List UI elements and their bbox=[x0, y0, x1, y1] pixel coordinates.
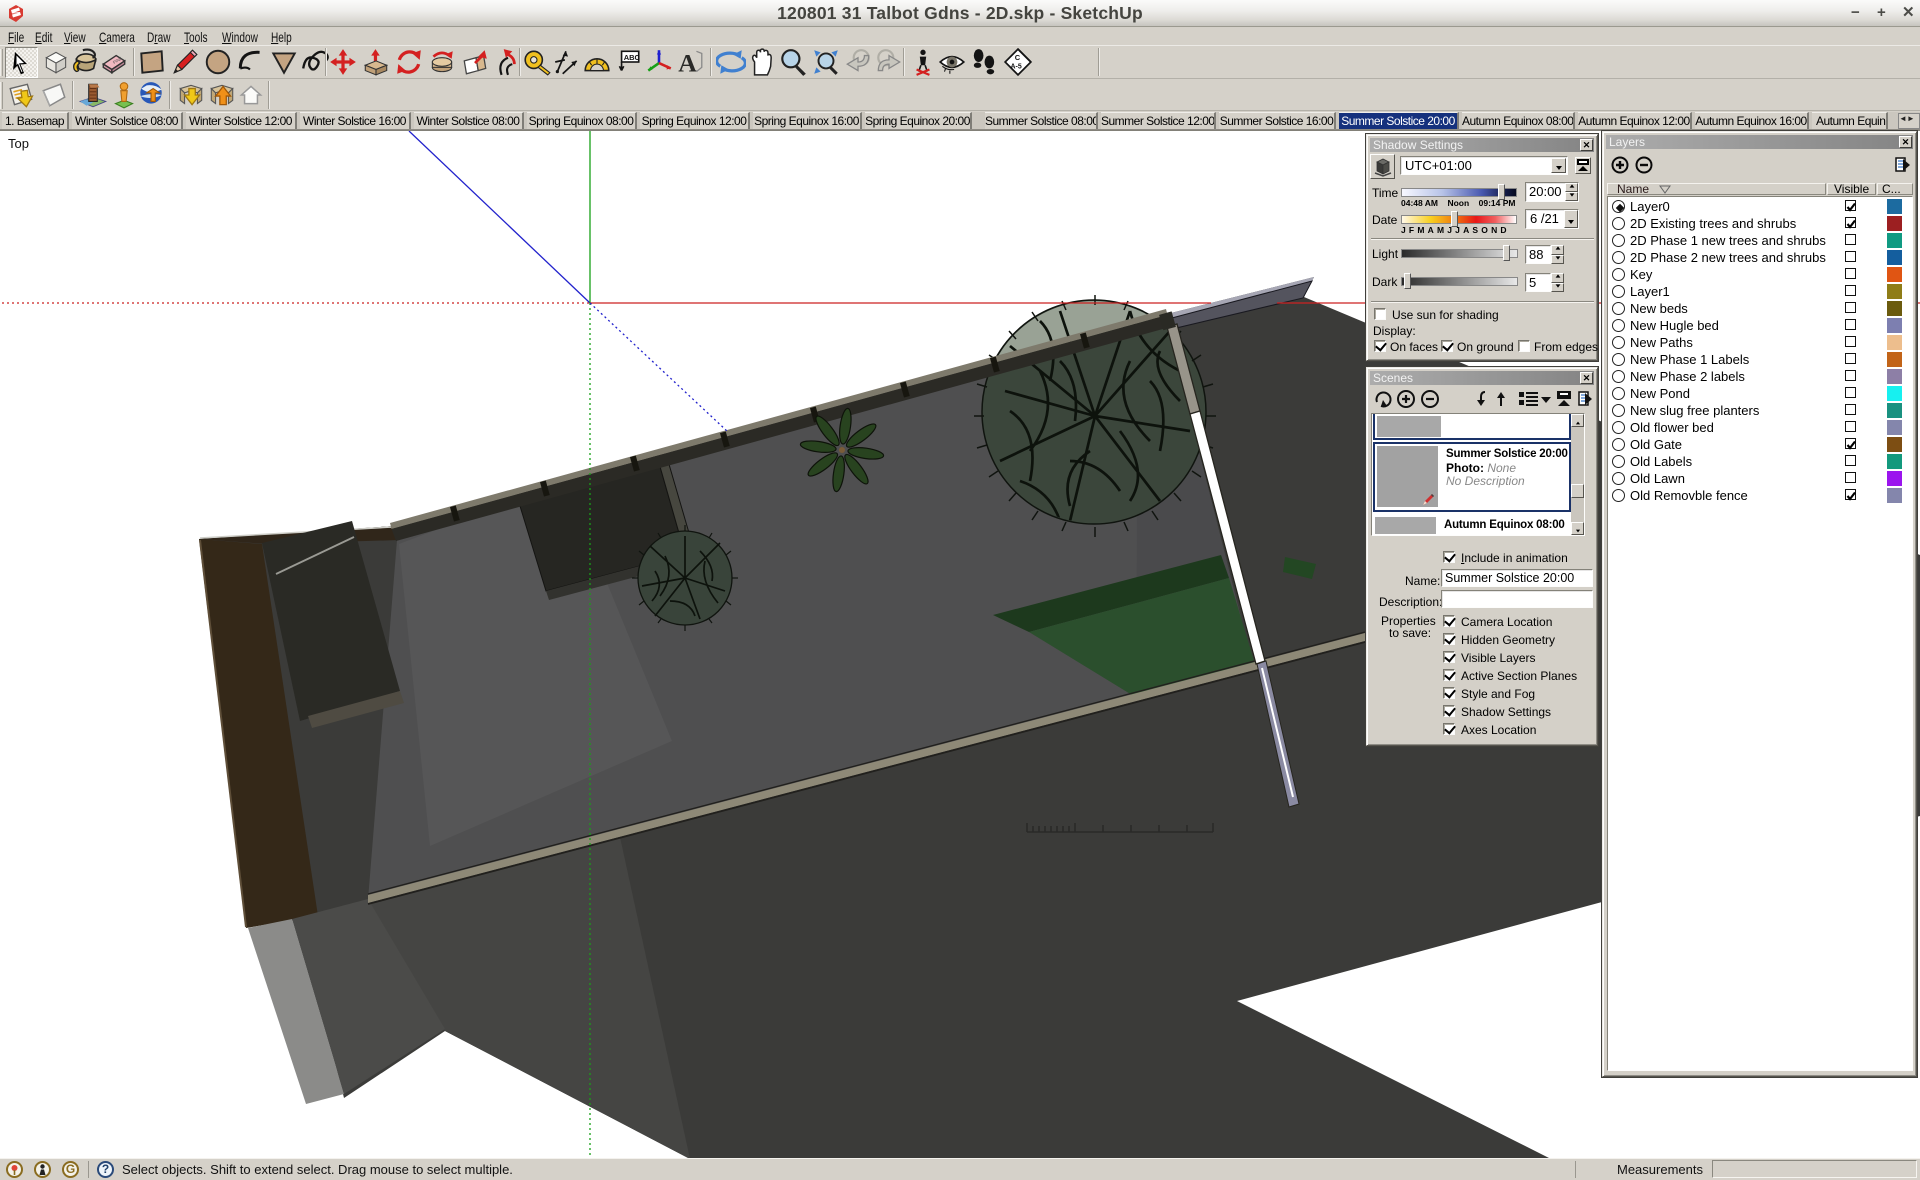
svg-text:ABC: ABC bbox=[624, 53, 641, 62]
svg-text:A-5: A-5 bbox=[1011, 63, 1022, 70]
svg-text:C: C bbox=[1015, 53, 1021, 62]
svg-text:A: A bbox=[678, 49, 697, 77]
